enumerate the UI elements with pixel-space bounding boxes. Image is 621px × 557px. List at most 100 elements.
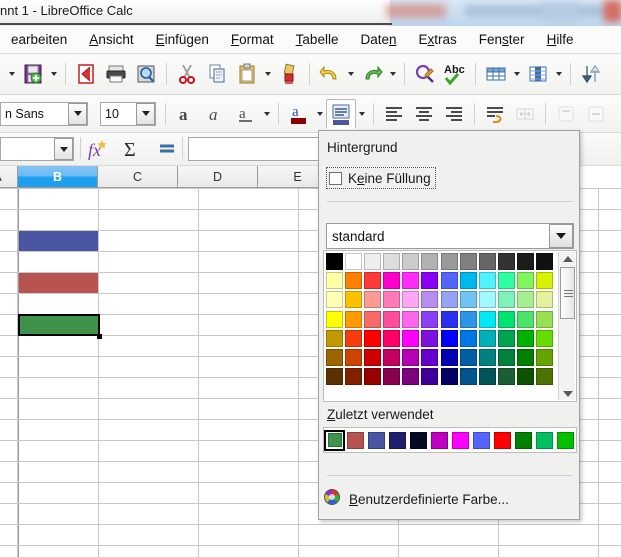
cut-icon[interactable] — [172, 59, 202, 89]
palette-swatch-r2-c1[interactable] — [345, 291, 362, 308]
menu-item-bearbeiten[interactable]: earbeiten — [0, 26, 78, 54]
name-box[interactable] — [0, 137, 74, 161]
find-replace-icon[interactable] — [410, 59, 440, 89]
background-color-icon[interactable] — [326, 99, 356, 129]
palette-swatch-r2-c0[interactable] — [326, 291, 343, 308]
font-name-combo[interactable]: n Sans — [0, 102, 88, 126]
column-header-a[interactable]: A — [0, 166, 18, 188]
menu-item-format[interactable]: Format — [220, 26, 285, 54]
palette-swatch-r3-c8[interactable] — [479, 311, 496, 328]
palette-swatch-r5-c9[interactable] — [498, 349, 515, 366]
align-right-icon[interactable] — [439, 99, 469, 129]
palette-swatch-r0-c8[interactable] — [479, 253, 496, 270]
recent-swatch-6[interactable] — [450, 430, 471, 451]
palette-swatch-r4-c11[interactable] — [536, 330, 553, 347]
palette-swatch-r3-c11[interactable] — [536, 311, 553, 328]
palette-swatch-r1-c6[interactable] — [441, 272, 458, 289]
color-palette-grid[interactable] — [325, 252, 555, 386]
palette-swatch-r4-c3[interactable] — [383, 330, 400, 347]
palette-swatch-r3-c7[interactable] — [460, 311, 477, 328]
palette-swatch-r5-c10[interactable] — [517, 349, 534, 366]
recent-swatch-10[interactable] — [534, 430, 555, 451]
underline-icon[interactable]: a — [231, 99, 261, 129]
palette-swatch-r0-c5[interactable] — [421, 253, 438, 270]
palette-swatch-r5-c0[interactable] — [326, 349, 343, 366]
palette-swatch-r6-c2[interactable] — [364, 368, 381, 385]
font-color-dropdown[interactable] — [314, 99, 326, 129]
cell-b5-fill[interactable] — [19, 273, 98, 293]
palette-swatch-r4-c1[interactable] — [345, 330, 362, 347]
palette-swatch-r5-c2[interactable] — [364, 349, 381, 366]
palette-swatch-r3-c5[interactable] — [421, 311, 438, 328]
palette-swatch-r0-c3[interactable] — [383, 253, 400, 270]
menu-item-ansicht[interactable]: Ansicht — [78, 26, 144, 54]
no-fill-option[interactable]: Keine Füllung — [326, 167, 436, 189]
palette-swatch-r5-c1[interactable] — [345, 349, 362, 366]
background-color-dropdown[interactable] — [356, 99, 368, 129]
palette-swatch-r4-c2[interactable] — [364, 330, 381, 347]
column-header-b[interactable]: B — [18, 166, 98, 188]
recent-swatch-3[interactable] — [387, 430, 408, 451]
spelling-icon[interactable]: Abc — [440, 59, 470, 89]
palette-swatch-r6-c8[interactable] — [479, 368, 496, 385]
bold-icon[interactable]: a — [171, 99, 201, 129]
palette-swatch-r1-c3[interactable] — [383, 272, 400, 289]
recent-swatch-7[interactable] — [471, 430, 492, 451]
sum-icon[interactable]: Σ — [120, 136, 146, 165]
undo-icon[interactable] — [315, 59, 345, 89]
palette-swatch-r6-c7[interactable] — [460, 368, 477, 385]
palette-swatch-r6-c5[interactable] — [421, 368, 438, 385]
cell-b3-fill[interactable] — [19, 231, 98, 251]
palette-swatch-r6-c4[interactable] — [402, 368, 419, 385]
sort-icon[interactable] — [576, 59, 606, 89]
palette-swatch-r1-c11[interactable] — [536, 272, 553, 289]
palette-swatch-r6-c0[interactable] — [326, 368, 343, 385]
palette-swatch-r1-c0[interactable] — [326, 272, 343, 289]
redo-icon[interactable] — [357, 59, 387, 89]
print-preview-icon[interactable] — [131, 59, 161, 89]
palette-swatch-r3-c0[interactable] — [326, 311, 343, 328]
palette-swatch-r0-c0[interactable] — [326, 253, 343, 270]
custom-color-option[interactable]: Benutzerdefinierte Farbe... — [323, 486, 577, 512]
palette-swatch-r3-c2[interactable] — [364, 311, 381, 328]
column-dropdown[interactable] — [553, 59, 565, 89]
palette-swatch-r5-c4[interactable] — [402, 349, 419, 366]
insert-table-dropdown[interactable] — [511, 59, 523, 89]
palette-swatch-r2-c7[interactable] — [460, 291, 477, 308]
palette-swatch-r4-c8[interactable] — [479, 330, 496, 347]
scroll-down-arrow-icon[interactable] — [559, 387, 576, 400]
redo-dropdown[interactable] — [387, 59, 399, 89]
name-box-dropdown-icon[interactable] — [54, 138, 73, 160]
palette-swatch-r1-c4[interactable] — [402, 272, 419, 289]
export-pdf-icon[interactable] — [71, 59, 101, 89]
copy-icon[interactable] — [202, 59, 232, 89]
palette-swatch-r4-c10[interactable] — [517, 330, 534, 347]
palette-swatch-r1-c7[interactable] — [460, 272, 477, 289]
recent-swatch-4[interactable] — [408, 430, 429, 451]
palette-swatch-r1-c9[interactable] — [498, 272, 515, 289]
palette-swatch-r0-c6[interactable] — [441, 253, 458, 270]
scroll-up-arrow-icon[interactable] — [559, 252, 576, 265]
palette-swatch-r4-c7[interactable] — [460, 330, 477, 347]
menu-item-tabelle[interactable]: Tabelle — [285, 26, 350, 54]
font-size-combo[interactable]: 10 — [100, 102, 156, 126]
align-top-icon[interactable] — [551, 99, 581, 129]
column-header-c[interactable]: C — [98, 166, 178, 188]
palette-swatch-r4-c5[interactable] — [421, 330, 438, 347]
palette-swatch-r1-c2[interactable] — [364, 272, 381, 289]
fill-handle[interactable] — [97, 334, 102, 339]
palette-swatch-r5-c5[interactable] — [421, 349, 438, 366]
palette-swatch-r5-c11[interactable] — [536, 349, 553, 366]
no-fill-checkbox[interactable] — [329, 172, 342, 185]
palette-swatch-r6-c3[interactable] — [383, 368, 400, 385]
merge-cells-icon[interactable] — [510, 99, 540, 129]
palette-swatch-r3-c6[interactable] — [441, 311, 458, 328]
palette-swatch-r2-c11[interactable] — [536, 291, 553, 308]
align-center-icon[interactable] — [409, 99, 439, 129]
palette-swatch-r0-c10[interactable] — [517, 253, 534, 270]
palette-swatch-r2-c2[interactable] — [364, 291, 381, 308]
recent-swatch-0[interactable] — [324, 430, 345, 451]
recent-swatch-9[interactable] — [513, 430, 534, 451]
align-center-vertical-icon[interactable] — [581, 99, 611, 129]
column-icon[interactable] — [523, 59, 553, 89]
